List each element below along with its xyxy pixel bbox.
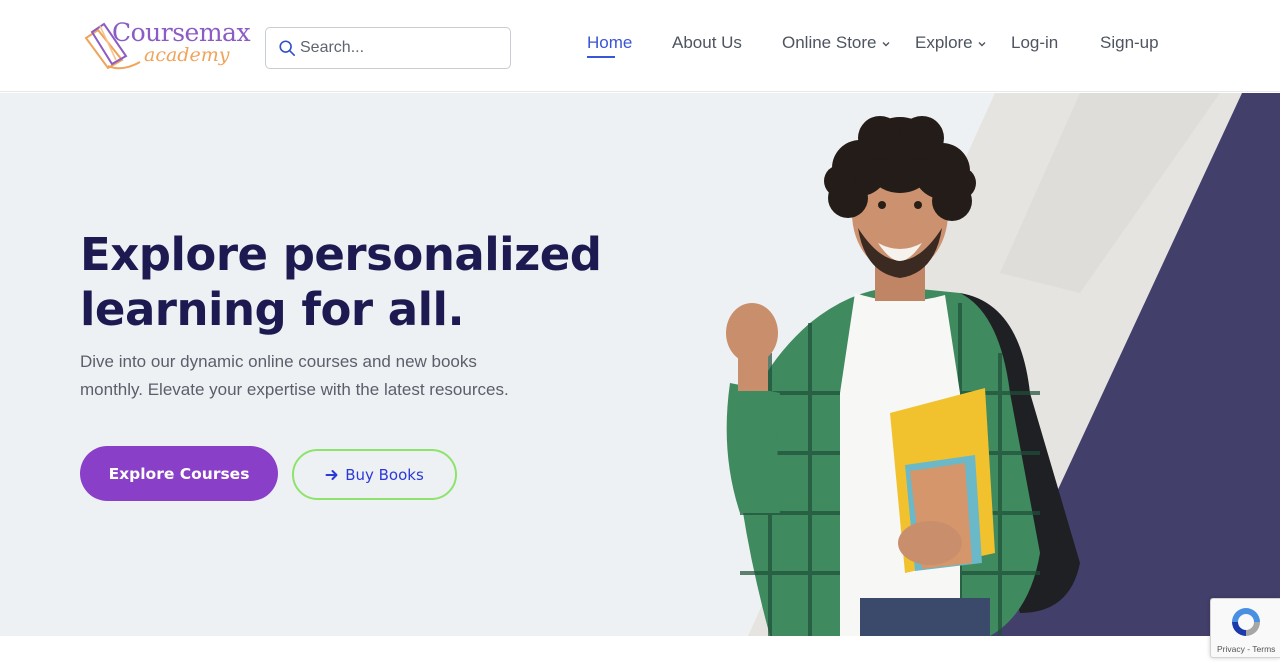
search-input[interactable] <box>300 28 505 68</box>
chevron-down-icon <box>882 42 889 47</box>
chevron-down-icon <box>978 42 986 47</box>
recaptcha-badge[interactable]: Privacy - Terms <box>1210 598 1280 658</box>
search-box <box>265 27 511 69</box>
nav-explore[interactable]: Explore <box>915 30 987 56</box>
nav-home[interactable]: Home <box>587 30 632 56</box>
student-hero-image <box>726 93 1280 636</box>
search-icon[interactable] <box>278 39 296 57</box>
nav-about-us[interactable]: About Us <box>672 30 742 56</box>
recaptcha-links: Privacy - Terms <box>1217 644 1276 654</box>
active-nav-indicator <box>587 56 615 58</box>
nav-log-in[interactable]: Log-in <box>1011 30 1058 56</box>
recaptcha-terms-link[interactable]: Terms <box>1252 644 1275 654</box>
nav-online-store[interactable]: Online Store <box>782 30 891 56</box>
logo[interactable]: Coursemax academy <box>82 12 251 72</box>
nav-sign-up[interactable]: Sign-up <box>1100 30 1159 56</box>
buy-books-button[interactable]: Buy Books <box>292 449 457 500</box>
recaptcha-privacy-link[interactable]: Privacy <box>1217 644 1245 654</box>
hero-section: Explore personalized learning for all. D… <box>0 93 1280 636</box>
site-header: Coursemax academy Home About Us Online S… <box>0 0 1280 92</box>
logo-text: Coursemax <box>112 18 251 47</box>
recaptcha-icon <box>1232 608 1260 636</box>
explore-courses-button[interactable]: Explore Courses <box>80 446 278 501</box>
hero-description: Dive into our dynamic online courses and… <box>80 352 509 399</box>
logo-subtext: academy <box>144 44 230 66</box>
arrow-right-icon <box>325 469 338 480</box>
hero-title: Explore personalized learning for all. <box>80 228 602 336</box>
